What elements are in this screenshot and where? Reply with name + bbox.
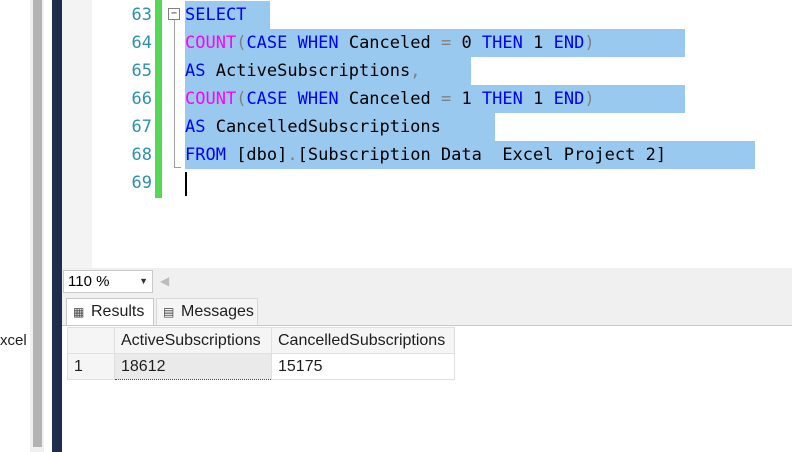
fold-guide (174, 20, 175, 168)
code-line[interactable]: FROM [dbo].[Subscription Data Excel Proj… (185, 141, 666, 169)
code-token: CancelledSubscriptions (205, 117, 441, 137)
code-token: , (410, 61, 421, 81)
code-token: 1 (451, 89, 482, 109)
collapse-icon[interactable]: − (168, 8, 180, 20)
code-token: = (440, 89, 452, 109)
code-token: SELECT (185, 5, 247, 25)
code-token: 1 (522, 89, 554, 109)
line-number: 63 (131, 5, 152, 25)
code-token: COUNT (185, 89, 237, 109)
code-token: CASE (246, 33, 288, 53)
object-explorer-panel: xcel (0, 0, 30, 452)
line-number: 65 (131, 61, 152, 81)
code-token: END (553, 89, 585, 109)
code-line[interactable]: COUNT(CASE WHEN Canceled = 1 THEN 1 END) (185, 85, 595, 113)
zoom-dropdown[interactable]: 110 % ▼ (63, 270, 153, 293)
results-grid-divider (62, 325, 792, 326)
scrollbar-thumb[interactable] (33, 0, 42, 447)
messages-icon: ▤ (163, 305, 175, 319)
table-row[interactable]: 1 18612 15175 (67, 353, 455, 380)
code-token: Canceled (338, 33, 441, 53)
results-header-row: ActiveSubscriptions CancelledSubscriptio… (67, 327, 455, 354)
scroll-left-icon[interactable]: ◀ (160, 274, 169, 288)
code-token: ) (584, 33, 595, 53)
row-number[interactable]: 1 (67, 353, 115, 380)
code-token: ( (236, 33, 247, 53)
line-number: 67 (131, 117, 152, 137)
code-token: WHEN (297, 89, 339, 109)
zoom-bar (62, 268, 792, 295)
text-caret (185, 172, 187, 196)
table-cell[interactable]: 18612 (114, 353, 272, 380)
editor-margin (62, 0, 92, 268)
code-line[interactable]: COUNT(CASE WHEN Canceled = 0 THEN 1 END) (185, 29, 595, 57)
tab-results-label: Results (91, 303, 145, 320)
code-token: Canceled (338, 89, 441, 109)
code-token: FROM (185, 145, 226, 165)
change-tracking-bar (155, 0, 162, 198)
code-token: END (553, 33, 585, 53)
code-token: CASE (246, 89, 288, 109)
code-line[interactable]: AS CancelledSubscriptions (185, 113, 441, 141)
code-token: ActiveSubscriptions (205, 61, 411, 81)
code-token: WHEN (297, 33, 339, 53)
code-token: THEN (481, 89, 523, 109)
code-token: . (287, 145, 298, 165)
code-token: 1 (522, 33, 554, 53)
code-token: ) (584, 89, 595, 109)
zoom-value: 110 % (68, 273, 110, 290)
column-header[interactable]: CancelledSubscriptions (271, 327, 455, 354)
panel-gap (44, 0, 52, 452)
chevron-down-icon: ▼ (139, 276, 148, 286)
line-number: 64 (131, 33, 152, 53)
code-token: ( (236, 89, 247, 109)
row-number-header[interactable] (67, 327, 115, 354)
tab-messages[interactable]: ▤ Messages (156, 298, 258, 325)
code-token: [Subscription Data Excel Project 2] (297, 145, 667, 165)
code-token: [dbo] (225, 145, 288, 165)
tab-messages-label: Messages (181, 303, 254, 320)
code-line[interactable]: SELECT (185, 1, 246, 29)
tab-results[interactable]: ▦ Results (66, 298, 154, 325)
panel-splitter[interactable] (52, 0, 62, 452)
code-token: THEN (481, 33, 523, 53)
fold-guide-end (174, 167, 181, 168)
grid-icon: ▦ (73, 305, 85, 319)
code-line[interactable]: AS ActiveSubscriptions, (185, 57, 420, 85)
object-explorer-partial-label[interactable]: xcel (0, 332, 27, 349)
line-number: 68 (131, 145, 152, 165)
code-token: = (440, 33, 452, 53)
results-grid[interactable]: ActiveSubscriptions CancelledSubscriptio… (67, 327, 455, 380)
code-token: AS (185, 61, 206, 81)
line-number: 69 (131, 173, 152, 193)
line-number: 66 (131, 89, 152, 109)
table-cell[interactable]: 15175 (271, 353, 455, 380)
column-header[interactable]: ActiveSubscriptions (114, 327, 272, 354)
code-token: 0 (451, 33, 482, 53)
code-token: AS (185, 117, 206, 137)
code-token: COUNT (185, 33, 237, 53)
